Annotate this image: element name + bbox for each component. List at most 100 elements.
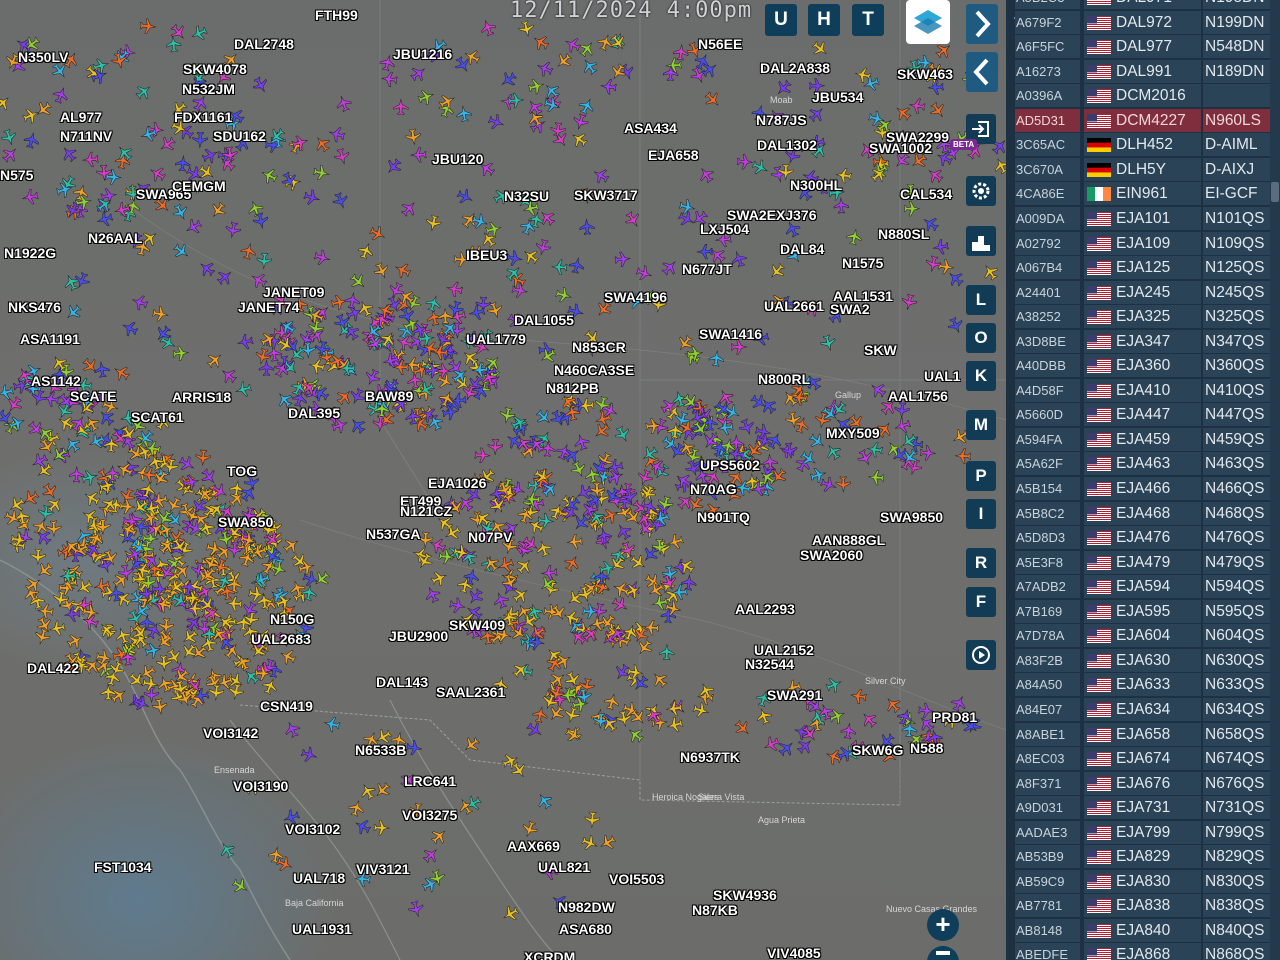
aircraft-icon[interactable] xyxy=(301,570,320,589)
aircraft-icon[interactable] xyxy=(61,272,81,292)
aircraft-icon[interactable] xyxy=(226,541,243,559)
aircraft-icon[interactable] xyxy=(23,131,41,149)
aircraft-icon[interactable] xyxy=(659,257,680,278)
toggle-f-button[interactable]: F xyxy=(966,587,996,617)
aircraft-icon[interactable] xyxy=(675,333,696,354)
flight-label[interactable]: NKS476 xyxy=(8,300,61,315)
aircraft-icon[interactable] xyxy=(275,854,295,873)
flight-label[interactable]: N812PB xyxy=(546,381,599,396)
toggle-m-button[interactable]: M xyxy=(966,410,996,440)
flight-label[interactable]: ASA434 xyxy=(624,121,677,136)
aircraft-icon[interactable] xyxy=(96,407,117,428)
aircraft-icon[interactable] xyxy=(165,35,182,53)
flight-label[interactable]: N787JS xyxy=(756,113,807,128)
aircraft-icon[interactable] xyxy=(608,32,629,53)
aircraft-icon[interactable] xyxy=(96,164,112,182)
aircraft-icon[interactable] xyxy=(596,33,615,52)
flight-label[interactable]: FDX1161 xyxy=(174,110,232,125)
flight-label[interactable]: JBU534 xyxy=(812,90,863,105)
aircraft-icon[interactable] xyxy=(331,191,350,210)
aircraft-icon[interactable] xyxy=(330,294,348,312)
aircraft-icon[interactable] xyxy=(344,291,361,309)
aircraft-list-panel[interactable]: A5B2C3DAL971N198DNA679F2DAL972N199DNA6F5… xyxy=(1006,0,1280,960)
replay-button[interactable] xyxy=(966,640,996,670)
aircraft-icon[interactable] xyxy=(540,565,558,581)
flight-label[interactable]: DAL422 xyxy=(27,661,79,676)
aircraft-icon[interactable] xyxy=(597,832,618,852)
aircraft-icon[interactable] xyxy=(327,125,346,143)
aircraft-icon[interactable] xyxy=(643,700,664,721)
stats-button[interactable] xyxy=(966,226,996,256)
flight-label[interactable]: UAL718 xyxy=(293,871,345,886)
aircraft-icon[interactable] xyxy=(313,249,332,267)
aircraft-row[interactable]: A24401 EJA245 N245QS xyxy=(1014,280,1270,305)
aircraft-row[interactable]: AD5D31 DCM4227 N960LS xyxy=(1014,108,1270,133)
aircraft-icon[interactable] xyxy=(81,151,99,168)
aircraft-icon[interactable] xyxy=(108,685,129,706)
flight-label[interactable]: VOI3190 xyxy=(233,779,288,794)
aircraft-icon[interactable] xyxy=(347,415,368,436)
flight-label[interactable]: EJA1026 xyxy=(428,476,486,491)
flight-label[interactable]: UAL1779 xyxy=(466,332,526,347)
aircraft-icon[interactable] xyxy=(33,99,54,120)
aircraft-icon[interactable] xyxy=(89,66,109,85)
aircraft-icon[interactable] xyxy=(945,268,966,289)
aircraft-icon[interactable] xyxy=(635,468,654,487)
flight-label[interactable]: JBU120 xyxy=(432,152,483,167)
aircraft-icon[interactable] xyxy=(806,104,827,125)
aircraft-icon[interactable] xyxy=(217,840,238,861)
layers-button[interactable] xyxy=(906,0,950,44)
flight-label[interactable]: AL977 xyxy=(60,110,102,125)
aircraft-icon[interactable] xyxy=(314,340,331,358)
aircraft-icon[interactable] xyxy=(696,243,713,260)
aircraft-row[interactable]: A5B2C3DAL971N198DN xyxy=(1014,0,1270,10)
aircraft-icon[interactable] xyxy=(533,407,554,428)
flight-label[interactable]: SWA9850 xyxy=(880,510,943,525)
flight-label[interactable]: N460CA3SE xyxy=(554,363,634,378)
flight-label[interactable]: JANET09 xyxy=(263,285,324,300)
aircraft-icon[interactable] xyxy=(708,349,724,367)
aircraft-icon[interactable] xyxy=(240,242,258,260)
aircraft-icon[interactable] xyxy=(750,157,770,177)
aircraft-icon[interactable] xyxy=(0,93,13,114)
aircraft-icon[interactable] xyxy=(383,156,404,177)
aircraft-icon[interactable] xyxy=(582,603,599,620)
aircraft-icon[interactable] xyxy=(766,261,787,282)
flight-label[interactable]: UAL2661 xyxy=(764,299,824,314)
aircraft-icon[interactable] xyxy=(903,200,921,217)
aircraft-icon[interactable] xyxy=(65,631,85,651)
aircraft-icon[interactable] xyxy=(308,357,326,375)
aircraft-icon[interactable] xyxy=(550,259,568,275)
aircraft-icon[interactable] xyxy=(420,845,441,866)
aircraft-icon[interactable] xyxy=(520,246,541,267)
aircraft-icon[interactable] xyxy=(927,100,948,121)
flight-label[interactable]: SWA4196 xyxy=(604,290,667,305)
aircraft-row[interactable]: A40DBB EJA360 N360QS xyxy=(1014,354,1270,378)
flight-label[interactable]: LRC641 xyxy=(404,774,456,789)
flight-label[interactable]: N800RL xyxy=(758,372,810,387)
aircraft-icon[interactable] xyxy=(794,736,815,757)
aircraft-icon[interactable] xyxy=(892,103,913,124)
aircraft-icon[interactable] xyxy=(33,627,52,646)
aircraft-icon[interactable] xyxy=(405,128,422,146)
flight-label[interactable]: JBU1216 xyxy=(393,47,452,62)
aircraft-icon[interactable] xyxy=(455,187,475,207)
flight-label[interactable]: AAX669 xyxy=(507,839,560,854)
aircraft-icon[interactable] xyxy=(659,643,675,661)
aircraft-icon[interactable] xyxy=(429,568,449,588)
collapse-panel-button[interactable] xyxy=(966,4,998,44)
aircraft-icon[interactable] xyxy=(900,293,918,311)
aircraft-icon[interactable] xyxy=(224,221,242,239)
aircraft-icon[interactable] xyxy=(487,113,506,132)
aircraft-icon[interactable] xyxy=(665,57,682,74)
aircraft-icon[interactable] xyxy=(702,89,723,110)
aircraft-icon[interactable] xyxy=(580,833,600,852)
aircraft-icon[interactable] xyxy=(937,258,955,276)
settings-button[interactable] xyxy=(966,176,996,206)
aircraft-icon[interactable] xyxy=(278,647,298,667)
aircraft-icon[interactable] xyxy=(21,106,41,125)
aircraft-icon[interactable] xyxy=(591,165,612,185)
aircraft-icon[interactable] xyxy=(151,698,168,716)
flight-label[interactable]: N588 xyxy=(910,741,943,756)
aircraft-icon[interactable] xyxy=(932,239,950,256)
